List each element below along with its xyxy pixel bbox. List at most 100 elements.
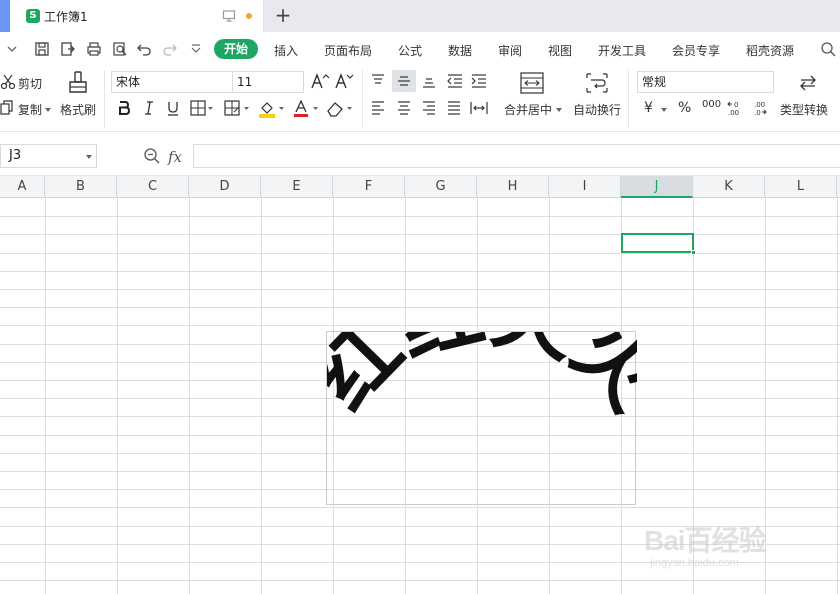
font-name-select[interactable]: 宋体 — [111, 71, 235, 93]
wrap-text-icon[interactable] — [585, 72, 609, 94]
decrease-font-size-icon[interactable] — [334, 72, 354, 90]
borders-icon[interactable] — [190, 100, 214, 116]
svg-text:.0: .0 — [754, 109, 761, 117]
spreadsheet-app-icon: S — [26, 9, 40, 23]
zoom-function-icon[interactable] — [143, 147, 161, 165]
workbook-tab[interactable]: S 工作簿1 — [10, 0, 264, 32]
print-preview-icon[interactable] — [112, 41, 128, 57]
formula-input[interactable] — [193, 144, 840, 168]
column-header-B[interactable]: B — [45, 176, 117, 198]
tab-title: 工作簿1 — [44, 10, 88, 24]
justify-icon[interactable] — [446, 101, 462, 115]
chevron-down-icon[interactable] — [44, 107, 52, 113]
cut-label[interactable]: 剪切 — [18, 75, 42, 92]
align-top-icon[interactable] — [370, 74, 386, 88]
align-middle-icon — [398, 76, 410, 86]
menu-review[interactable]: 审阅 — [498, 42, 522, 59]
svg-text:0: 0 — [734, 101, 738, 109]
column-header-E[interactable]: E — [261, 176, 333, 198]
column-header-H[interactable]: H — [477, 176, 549, 198]
italic-icon[interactable] — [141, 100, 157, 116]
menu-data[interactable]: 数据 — [448, 42, 472, 59]
chevron-down-icon[interactable] — [555, 107, 563, 113]
fill-color-icon[interactable] — [258, 100, 286, 118]
row-gridline — [0, 325, 840, 326]
number-format-select[interactable]: 常规 — [637, 71, 774, 93]
copy-label[interactable]: 复制 — [18, 101, 42, 118]
unsaved-dot-icon — [246, 13, 252, 19]
monitor-icon[interactable] — [222, 9, 236, 23]
row-gridline — [0, 507, 840, 508]
align-middle-button[interactable] — [392, 70, 416, 92]
menu-insert[interactable]: 插入 — [274, 42, 298, 59]
copy-icon[interactable] — [0, 100, 14, 116]
save-icon[interactable] — [34, 41, 50, 57]
print-icon[interactable] — [86, 41, 102, 57]
insert-function-button[interactable]: fx — [168, 148, 182, 166]
align-bottom-icon[interactable] — [421, 74, 437, 88]
search-icon[interactable] — [820, 41, 836, 57]
column-header-K[interactable]: K — [693, 176, 765, 198]
format-painter-icon[interactable] — [66, 70, 90, 96]
type-convert-label[interactable]: 类型转换 — [780, 101, 828, 118]
decrease-decimal-icon[interactable]: .00 .0 — [752, 99, 770, 117]
percent-button[interactable]: % — [678, 100, 691, 116]
type-convert-icon[interactable] — [797, 72, 819, 94]
column-header-A[interactable]: A — [0, 176, 45, 198]
row-gridline — [0, 234, 840, 235]
increase-font-size-icon[interactable] — [310, 72, 330, 90]
thousands-separator-button[interactable]: 000 — [702, 99, 721, 110]
cell-fill-pattern-icon[interactable] — [224, 100, 252, 116]
menu-member[interactable]: 会员专享 — [672, 42, 720, 59]
font-color-icon[interactable] — [292, 100, 320, 118]
row-gridline — [0, 253, 840, 254]
merge-center-label[interactable]: 合并居中 — [504, 101, 552, 118]
distributed-align-icon[interactable] — [470, 101, 488, 115]
align-center-icon[interactable] — [396, 101, 412, 115]
name-box-value: J3 — [9, 148, 22, 163]
ribbon-divider — [362, 70, 363, 128]
fill-handle[interactable] — [691, 250, 696, 255]
menu-docer[interactable]: 稻壳资源 — [746, 42, 794, 59]
column-header-L[interactable]: L — [765, 176, 837, 198]
chevron-down-icon[interactable] — [86, 155, 92, 159]
menu-formulas[interactable]: 公式 — [398, 42, 422, 59]
chevron-down-icon[interactable] — [4, 41, 20, 57]
column-header-I[interactable]: I — [549, 176, 621, 198]
currency-button[interactable]: ¥ — [644, 100, 653, 116]
increase-decimal-icon[interactable]: 0 .00 — [726, 99, 744, 117]
eraser-icon[interactable] — [326, 100, 354, 118]
column-header-G[interactable]: G — [405, 176, 477, 198]
align-right-icon[interactable] — [421, 101, 437, 115]
scissors-icon[interactable] — [0, 74, 16, 90]
new-tab-button[interactable]: + — [272, 4, 294, 26]
watermark-logo-text: Bai百经验 — [644, 525, 767, 556]
wrap-text-label[interactable]: 自动换行 — [573, 101, 621, 118]
export-pdf-icon[interactable] — [60, 41, 76, 57]
row-gridline — [0, 271, 840, 272]
more-quick-access-icon[interactable] — [188, 41, 204, 57]
underline-icon[interactable] — [165, 100, 181, 116]
menu-view[interactable]: 视图 — [548, 42, 572, 59]
column-header-J[interactable]: J — [621, 176, 693, 198]
menu-developer[interactable]: 开发工具 — [598, 42, 646, 59]
font-size-select[interactable]: 11 — [232, 71, 304, 93]
column-header-C[interactable]: C — [117, 176, 189, 198]
format-painter-label[interactable]: 格式刷 — [60, 101, 96, 118]
name-box[interactable]: J3 — [0, 144, 97, 168]
undo-icon[interactable] — [136, 41, 152, 57]
menu-page-layout[interactable]: 页面布局 — [324, 42, 372, 59]
column-header-D[interactable]: D — [189, 176, 261, 198]
merge-center-icon[interactable] — [520, 72, 544, 94]
redo-icon[interactable] — [162, 41, 178, 57]
active-cell-J3[interactable] — [621, 233, 696, 255]
wordart-object[interactable]: 红红火火 — [326, 331, 637, 505]
svg-text:.00: .00 — [754, 101, 765, 109]
column-header-F[interactable]: F — [333, 176, 405, 198]
align-left-icon[interactable] — [370, 101, 386, 115]
decrease-indent-icon[interactable] — [446, 74, 464, 88]
increase-indent-icon[interactable] — [470, 74, 488, 88]
chevron-down-icon[interactable] — [660, 107, 668, 113]
menu-home[interactable]: 开始 — [214, 39, 258, 59]
bold-icon[interactable] — [116, 100, 132, 116]
